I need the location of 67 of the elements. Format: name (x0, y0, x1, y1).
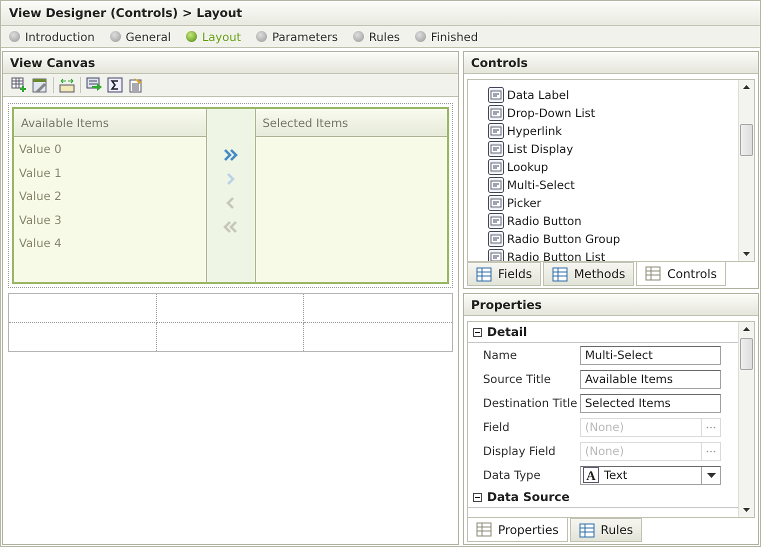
panel-tab[interactable]: Methods (542, 262, 634, 286)
scroll-down-icon[interactable] (743, 252, 750, 256)
control-type-icon (488, 231, 504, 247)
panel-title: View Canvas (3, 52, 458, 74)
edit-form-icon[interactable] (32, 77, 48, 93)
collapse-icon[interactable] (473, 492, 482, 502)
control-type-icon (488, 159, 504, 175)
property-label: Display Field (482, 444, 557, 458)
control-list-item[interactable]: Multi-Select (488, 176, 738, 194)
control-type-icon (488, 177, 504, 193)
property-field[interactable]: Available Items (580, 370, 721, 388)
wizard-step[interactable]: Finished (414, 30, 478, 44)
list-header: Selected Items (256, 109, 447, 137)
control-type-icon (488, 141, 504, 157)
control-list-item[interactable]: Data Label (488, 86, 738, 104)
section-title: Data Source (487, 490, 570, 504)
wizard-step[interactable]: Parameters (256, 30, 338, 44)
property-label: Field (482, 420, 511, 434)
panel-tab[interactable]: Controls (636, 262, 726, 286)
control-list-item[interactable]: Hyperlink (488, 122, 738, 140)
control-list-item[interactable]: Picker (488, 194, 738, 212)
scrollbar[interactable] (738, 80, 754, 261)
text-type-icon: A (583, 467, 599, 483)
window-title: View Designer (Controls) > Layout (1, 1, 760, 26)
control-type-icon (488, 213, 504, 229)
control-type-icon (488, 123, 504, 139)
panel-title: Controls (464, 52, 758, 74)
list-header: Available Items (14, 109, 206, 137)
property-label: Destination Title (482, 396, 578, 410)
dropdown-field[interactable]: A Text (580, 466, 721, 484)
control-list-item[interactable]: Radio Button (488, 212, 738, 230)
scroll-down-icon[interactable] (743, 508, 750, 512)
control-list-item[interactable]: Lookup (488, 158, 738, 176)
dropdown-caret-icon[interactable] (706, 472, 716, 478)
property-label: Data Type (482, 468, 542, 482)
control-type-icon (488, 249, 504, 261)
table-icon (476, 266, 492, 282)
control-list-item[interactable]: List Display (488, 140, 738, 158)
export-icon[interactable] (86, 77, 102, 93)
control-type-icon (488, 195, 504, 211)
property-field[interactable]: Selected Items (580, 394, 721, 412)
scrollbar-thumb[interactable] (740, 338, 753, 370)
scroll-up-icon[interactable] (743, 85, 750, 89)
panel-title: Properties (464, 294, 758, 316)
wizard-step[interactable]: General (110, 30, 171, 44)
wizard-step[interactable]: Rules (352, 30, 400, 44)
scrollbar-thumb[interactable] (740, 124, 753, 156)
add-table-icon[interactable] (11, 77, 27, 93)
wizard-step[interactable]: Introduction (9, 30, 95, 44)
collapse-icon[interactable] (473, 328, 482, 336)
section-title: Detail (487, 325, 528, 339)
control-type-icon (488, 105, 504, 121)
control-type-icon (488, 87, 504, 103)
control-list-item[interactable]: Radio Button Group (488, 230, 738, 248)
panel-tab[interactable]: Fields (467, 262, 541, 286)
property-label: Source Title (482, 372, 552, 386)
sigma-icon[interactable] (107, 77, 123, 93)
panel-tab[interactable]: Rules (570, 518, 642, 542)
scroll-up-icon[interactable] (743, 327, 750, 331)
move-horizontal-icon[interactable] (59, 77, 75, 93)
scrollbar[interactable] (738, 322, 754, 517)
add-all-button[interactable] (222, 146, 239, 162)
control-list-item[interactable]: Drop-Down List (488, 104, 738, 122)
panel-tab[interactable]: Properties (467, 518, 568, 542)
multi-select-control[interactable]: Available Items Value 0 Value 1 Value 2 Value 3 Value 4 Selected Items (12, 107, 449, 284)
property-label: Name (482, 348, 518, 362)
property-field[interactable]: Multi-Select (580, 346, 721, 364)
